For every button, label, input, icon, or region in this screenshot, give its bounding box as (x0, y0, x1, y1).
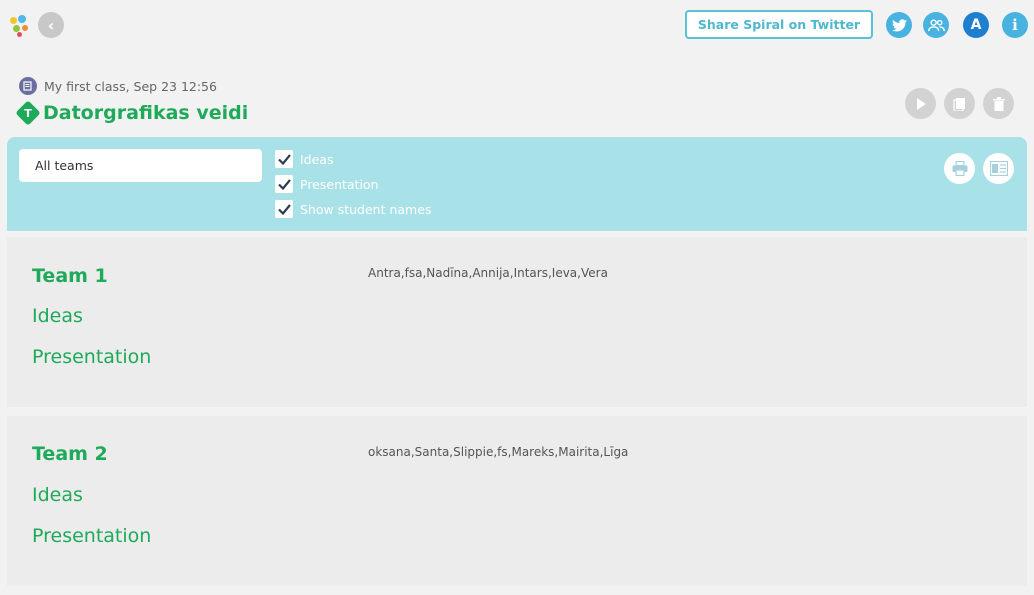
checkmark-icon (277, 178, 291, 190)
edit-note-icon (19, 77, 37, 95)
checkmark-icon (277, 153, 291, 165)
breadcrumb-text: My first class, Sep 23 12:56 (44, 78, 217, 94)
checkbox-ideas[interactable]: Ideas (275, 150, 333, 168)
team-name: Team 1 (32, 265, 108, 287)
breadcrumb[interactable]: My first class, Sep 23 12:56 (19, 77, 217, 95)
export-button[interactable] (983, 153, 1014, 184)
share-twitter-label: Share Spiral on Twitter (697, 17, 861, 32)
avatar-letter: A (970, 17, 982, 33)
page-title-text: Datorgrafikas veidi (43, 102, 249, 124)
team-select[interactable]: All teams (19, 149, 262, 182)
checkbox-box[interactable] (275, 175, 293, 193)
checkbox-presentation[interactable]: Presentation (275, 175, 379, 193)
checkbox-label: Ideas (300, 151, 334, 167)
top-bar: ‹ Share Spiral on Twitter A i (0, 0, 1034, 50)
play-icon (916, 97, 926, 110)
spiral-logo-icon (9, 12, 31, 38)
team-members-button[interactable] (923, 12, 949, 38)
checkbox-box[interactable] (275, 150, 293, 168)
trash-icon (992, 96, 1005, 111)
export-icon (989, 161, 1008, 176)
checkbox-label: Show student names (300, 201, 432, 217)
twitter-icon (891, 18, 907, 31)
copy-icon (952, 97, 965, 111)
team-panel: Team 2 Ideas Presentation oksana,Santa,S… (7, 416, 1027, 586)
activity-type-glyph: T (24, 106, 32, 120)
print-icon (952, 161, 967, 176)
page-title: T Datorgrafikas veidi (15, 100, 249, 126)
checkbox-show-student-names[interactable]: Show student names (275, 200, 431, 218)
team-name: Team 2 (32, 443, 108, 465)
info-icon: i (1012, 16, 1018, 34)
team-members: Antra,fsa,Nadīna,Annija,Intars,Ieva,Vera (368, 266, 608, 280)
filter-bar: All teams Ideas Presentation Show studen… (7, 137, 1027, 231)
team-item-ideas[interactable]: Ideas (32, 484, 83, 506)
team-select-value: All teams (35, 158, 94, 173)
play-button[interactable] (905, 88, 936, 119)
print-button[interactable] (944, 153, 975, 184)
checkbox-label: Presentation (300, 176, 379, 192)
twitter-button[interactable] (886, 12, 912, 38)
activity-type-icon: T (15, 100, 41, 126)
copy-button[interactable] (944, 88, 975, 119)
team-item-ideas[interactable]: Ideas (32, 305, 83, 327)
people-icon (927, 18, 945, 31)
delete-button[interactable] (983, 88, 1014, 119)
info-button[interactable]: i (1002, 12, 1028, 38)
team-members: oksana,Santa,Slippie,fs,Mareks,Mairita,L… (368, 445, 629, 459)
team-item-presentation[interactable]: Presentation (32, 346, 151, 368)
team-item-presentation[interactable]: Presentation (32, 525, 151, 547)
checkbox-box[interactable] (275, 200, 293, 218)
back-button[interactable]: ‹ (38, 12, 64, 38)
team-panel: Team 1 Ideas Presentation Antra,fsa,Nadī… (7, 237, 1027, 407)
user-avatar[interactable]: A (963, 12, 989, 38)
checkmark-icon (277, 203, 291, 215)
back-arrow-icon: ‹ (47, 15, 55, 35)
share-twitter-button[interactable]: Share Spiral on Twitter (685, 10, 873, 39)
